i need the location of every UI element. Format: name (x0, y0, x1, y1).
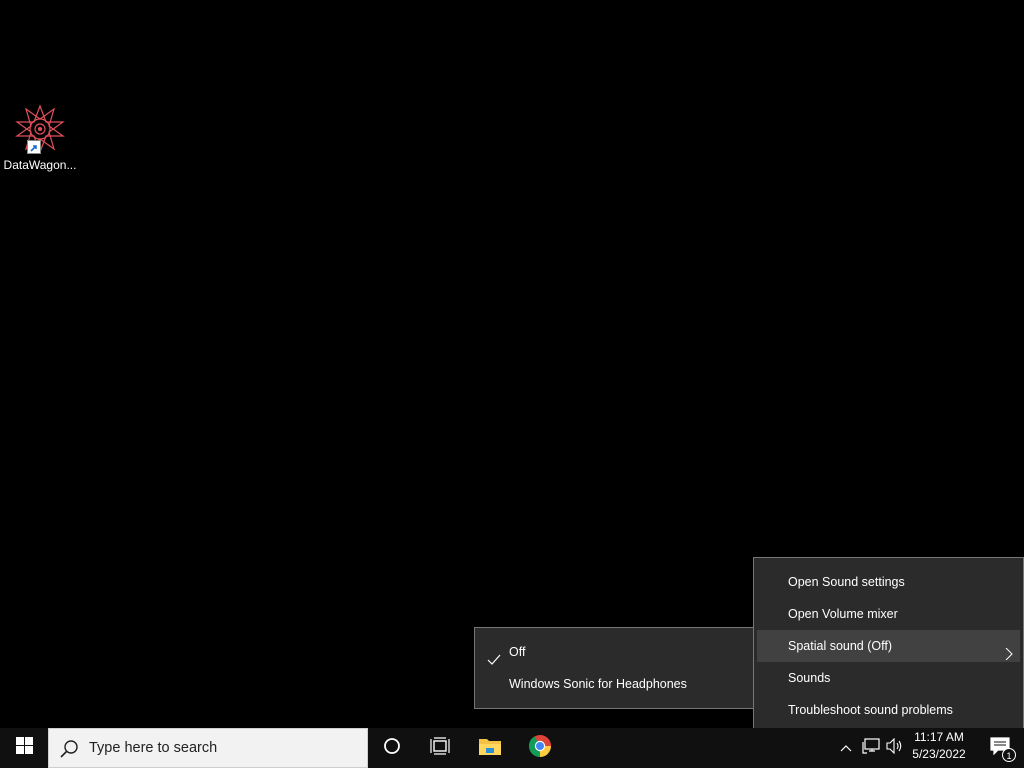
sound-context-menu: Open Sound settings Open Volume mixer Sp… (753, 557, 1024, 735)
desktop-shortcut-datawagon[interactable]: DataWagon... (2, 104, 78, 172)
show-hidden-icons-button[interactable] (836, 728, 856, 768)
menu-item-troubleshoot[interactable]: Troubleshoot sound problems (754, 694, 1023, 726)
submenu-item-label: Off (509, 645, 526, 659)
chrome-icon (528, 734, 552, 763)
search-placeholder: Type here to search (89, 740, 218, 756)
submenu-item-label: Windows Sonic for Headphones (509, 677, 687, 691)
task-view-icon (430, 736, 450, 760)
search-icon (59, 739, 79, 759)
desktop-icon-label: DataWagon... (3, 158, 77, 172)
menu-item-label: Sounds (788, 671, 831, 685)
menu-item-label: Open Sound settings (788, 575, 905, 589)
volume-button[interactable] (884, 728, 906, 768)
task-view-button[interactable] (418, 728, 462, 768)
cortana-button[interactable] (370, 728, 414, 768)
spatial-sound-submenu: Off Windows Sonic for Headphones (474, 627, 756, 709)
action-center-button[interactable]: 1 (980, 728, 1020, 768)
windows-logo-icon (15, 737, 33, 759)
menu-item-open-sound-settings[interactable]: Open Sound settings (754, 566, 1023, 598)
clock-date: 5/23/2022 (912, 747, 966, 761)
shortcut-arrow-icon (27, 140, 41, 154)
menu-item-sounds[interactable]: Sounds (754, 662, 1023, 694)
checkmark-icon (487, 646, 501, 665)
cortana-icon (383, 737, 401, 760)
network-button[interactable] (860, 728, 882, 768)
network-icon (862, 737, 880, 759)
taskbar-search-box[interactable]: Type here to search (48, 728, 368, 768)
menu-item-spatial-sound[interactable]: Spatial sound (Off) (757, 630, 1020, 662)
start-button[interactable] (0, 728, 48, 768)
file-explorer-button[interactable] (466, 728, 514, 768)
clock-time: 11:17 AM (914, 730, 964, 744)
chevron-right-icon (1004, 640, 1014, 661)
notification-count-badge: 1 (1002, 748, 1016, 762)
chrome-button[interactable] (516, 728, 564, 768)
submenu-item-windows-sonic[interactable]: Windows Sonic for Headphones (475, 668, 755, 700)
clock-button[interactable]: 11:17 AM 5/23/2022 (906, 730, 972, 766)
taskbar: Type here to search 11:17 AM 5/23/2022 1 (0, 728, 1024, 768)
file-explorer-icon (478, 736, 502, 761)
menu-item-label: Troubleshoot sound problems (788, 703, 953, 717)
datawagon-app-icon (15, 104, 65, 154)
chevron-up-icon (840, 739, 852, 757)
submenu-item-off[interactable]: Off (475, 636, 755, 668)
menu-item-label: Spatial sound (Off) (788, 639, 892, 653)
menu-item-open-volume-mixer[interactable]: Open Volume mixer (754, 598, 1023, 630)
menu-item-label: Open Volume mixer (788, 607, 898, 621)
speaker-icon (886, 737, 904, 759)
